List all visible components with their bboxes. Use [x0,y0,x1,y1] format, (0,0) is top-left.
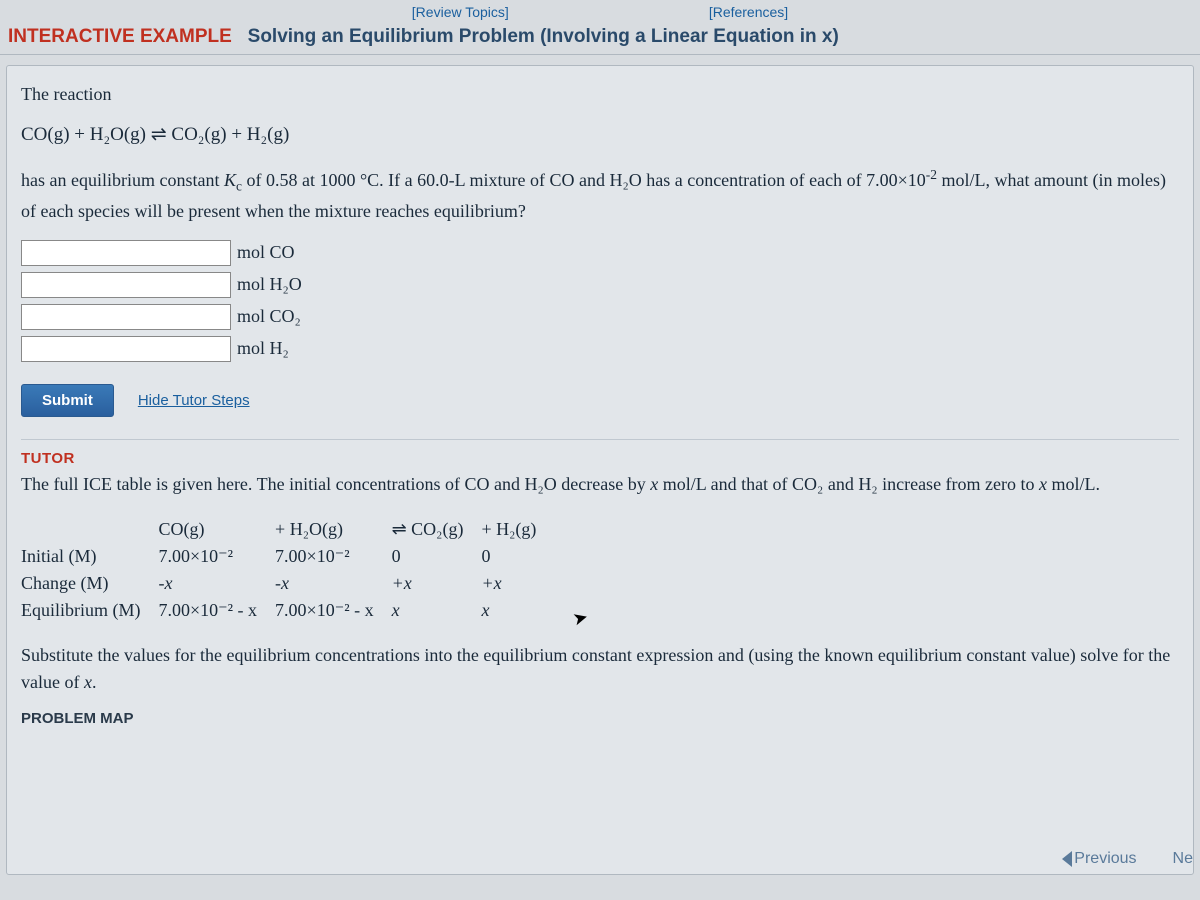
input-mol-co2[interactable] [21,304,231,330]
ice-col-co2: ⇌ CO₂(g) [392,516,482,543]
input-row-co2: mol CO₂ [21,304,1179,330]
references-link[interactable]: [References] [709,4,788,20]
main-panel: The reaction CO(g) + H₂O(g) ⇌ CO₂(g) + H… [6,65,1194,875]
previous-button[interactable]: Previous [1062,850,1136,868]
input-row-h2o: mol H₂O [21,272,1179,298]
ice-col-h2o: + H₂O(g) [275,516,392,543]
nav-footer: Previous Ne [1062,850,1193,868]
reaction-equation: CO(g) + H₂O(g) ⇌ CO₂(g) + H₂(g) [21,123,1179,146]
title-bar: INTERACTIVE EXAMPLE Solving an Equilibri… [0,22,1200,55]
submit-button[interactable]: Submit [21,384,114,417]
label-mol-h2o: mol H₂O [237,274,302,295]
ice-row-change: Change (M) -x -x +x +x [21,570,554,597]
review-topics-link[interactable]: [Review Topics] [412,4,509,20]
input-mol-co[interactable] [21,240,231,266]
ice-table: CO(g) + H₂O(g) ⇌ CO₂(g) + H₂(g) Initial … [21,516,554,624]
ice-row-equilibrium: Equilibrium (M) 7.00×10⁻² - x 7.00×10⁻² … [21,597,554,624]
input-mol-h2o[interactable] [21,272,231,298]
tutor-panel: TUTOR The full ICE table is given here. … [21,439,1179,727]
ice-row-initial: Initial (M) 7.00×10⁻² 7.00×10⁻² 0 0 [21,543,554,570]
hide-tutor-link[interactable]: Hide Tutor Steps [138,392,250,409]
title-prefix: INTERACTIVE EXAMPLE [8,26,232,47]
label-mol-h2: mol H₂ [237,338,289,359]
title-main: Solving an Equilibrium Problem (Involvin… [248,26,839,47]
tutor-header: TUTOR [21,450,1179,467]
chevron-left-icon [1062,851,1072,867]
action-row: Submit Hide Tutor Steps [21,384,1179,417]
input-row-h2: mol H₂ [21,336,1179,362]
tutor-text: The full ICE table is given here. The in… [21,471,1179,498]
next-button[interactable]: Ne [1173,850,1193,868]
ice-header-row: CO(g) + H₂O(g) ⇌ CO₂(g) + H₂(g) [21,516,554,543]
tutor-substitute: Substitute the values for the equilibriu… [21,642,1179,696]
label-mol-co2: mol CO₂ [237,306,301,327]
ice-col-h2: + H₂(g) [481,516,554,543]
input-mol-h2[interactable] [21,336,231,362]
label-mol-co: mol CO [237,242,295,263]
problem-body: has an equilibrium constant Kc of 0.58 a… [21,164,1179,226]
problem-map-header: PROBLEM MAP [21,710,1179,727]
ice-col-co: CO(g) [159,516,276,543]
problem-intro: The reaction [21,80,1179,109]
input-row-co: mol CO [21,240,1179,266]
top-links-bar: [Review Topics] [References] [0,0,1200,22]
